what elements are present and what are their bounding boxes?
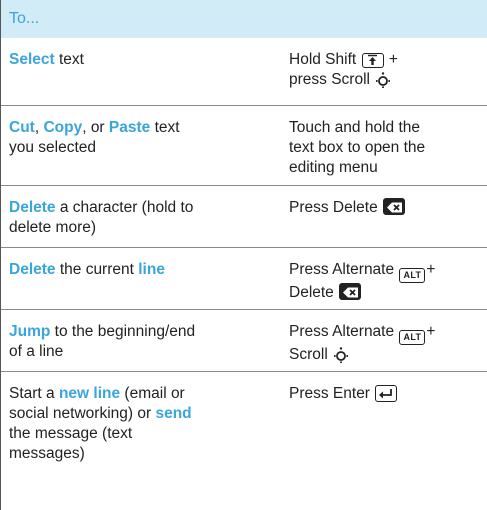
instruction-text: Press Alternate [289, 261, 399, 278]
row-instruction: Press Alternate ALT + Delete [289, 260, 484, 303]
enter-key-icon [375, 385, 398, 402]
row-text: (email or [120, 385, 185, 402]
row-instruction: Press Enter [289, 384, 484, 404]
delete-key-icon [383, 198, 406, 215]
row-action: Select text [9, 50, 274, 70]
shift-key-icon [361, 53, 384, 68]
keyword-select: Select [9, 51, 55, 68]
table-header: To... [1, 0, 487, 38]
table-row: Select text Hold Shift + press Scroll [1, 38, 487, 106]
row-text: you selected [9, 139, 97, 156]
keyword-jump: Jump [9, 323, 51, 340]
row-action: Delete a character (hold to delete more) [9, 198, 274, 238]
row-text: of a line [9, 343, 64, 360]
instruction-text: Touch and hold the [289, 119, 420, 136]
row-instruction: Press Delete [289, 198, 484, 218]
keyword-paste: Paste [108, 119, 151, 136]
instruction-text: Press Enter [289, 385, 375, 402]
instruction-text: Press Delete [289, 199, 383, 216]
table-row: Delete a character (hold to delete more)… [1, 186, 487, 248]
instruction-text: Hold Shift [289, 51, 361, 68]
instruction-text: + [384, 51, 398, 68]
instruction-text: text box to open the [289, 139, 426, 156]
row-text: , or [82, 119, 109, 136]
row-instruction: Touch and hold the text box to open the … [289, 118, 484, 178]
row-text: to the beginning/end [50, 323, 196, 340]
row-text: text [54, 51, 84, 68]
row-action: Delete the current line [9, 260, 274, 280]
alt-key-icon: ALT [399, 268, 426, 283]
instruction-text: press Scroll [289, 71, 375, 88]
keyword-new-line: new line [58, 385, 121, 402]
delete-key-icon [339, 283, 362, 300]
row-action: Start a new line (email or social networ… [9, 384, 274, 464]
keyword-delete: Delete [9, 199, 56, 216]
scroll-navigation-icon [333, 347, 349, 369]
instruction-text: + [426, 323, 436, 340]
scroll-navigation-icon [376, 72, 391, 94]
row-instruction: Press Alternate ALT + Scroll [289, 322, 484, 369]
row-text: messages) [9, 445, 85, 462]
row-text: Start a [9, 385, 59, 402]
keyword-cut: Cut [9, 119, 35, 136]
row-text: the message (text [9, 425, 133, 442]
table-row: Jump to the beginning/end of a line Pres… [1, 310, 487, 372]
row-text: text [150, 119, 180, 136]
text-entry-table: To... Select text Hold Shift + press Scr… [0, 0, 487, 510]
instruction-text: Press Alternate [289, 323, 399, 340]
row-instruction: Hold Shift + press Scroll [289, 50, 484, 94]
table-row: Delete the current line Press Alternate … [1, 248, 487, 310]
header-label: To... [9, 10, 40, 27]
keyword-send: send [155, 405, 192, 422]
table-row: Start a new line (email or social networ… [1, 372, 487, 510]
row-text: delete more) [9, 219, 97, 236]
instruction-text: editing menu [289, 159, 378, 176]
instruction-text: + [426, 261, 436, 278]
keyword-delete: Delete [9, 261, 56, 278]
instruction-text: Scroll [289, 346, 333, 363]
row-text: the current [55, 261, 139, 278]
table-row: Cut, Copy, or Paste text you selected To… [1, 106, 487, 186]
alt-key-icon: ALT [399, 330, 426, 345]
row-action: Jump to the beginning/end of a line [9, 322, 274, 362]
row-text: a character (hold to [55, 199, 194, 216]
keyword-copy: Copy [43, 119, 83, 136]
row-text: social networking) or [9, 405, 156, 422]
instruction-text: Delete [289, 284, 339, 301]
row-action: Cut, Copy, or Paste text you selected [9, 118, 274, 158]
keyword-line: line [138, 261, 165, 278]
